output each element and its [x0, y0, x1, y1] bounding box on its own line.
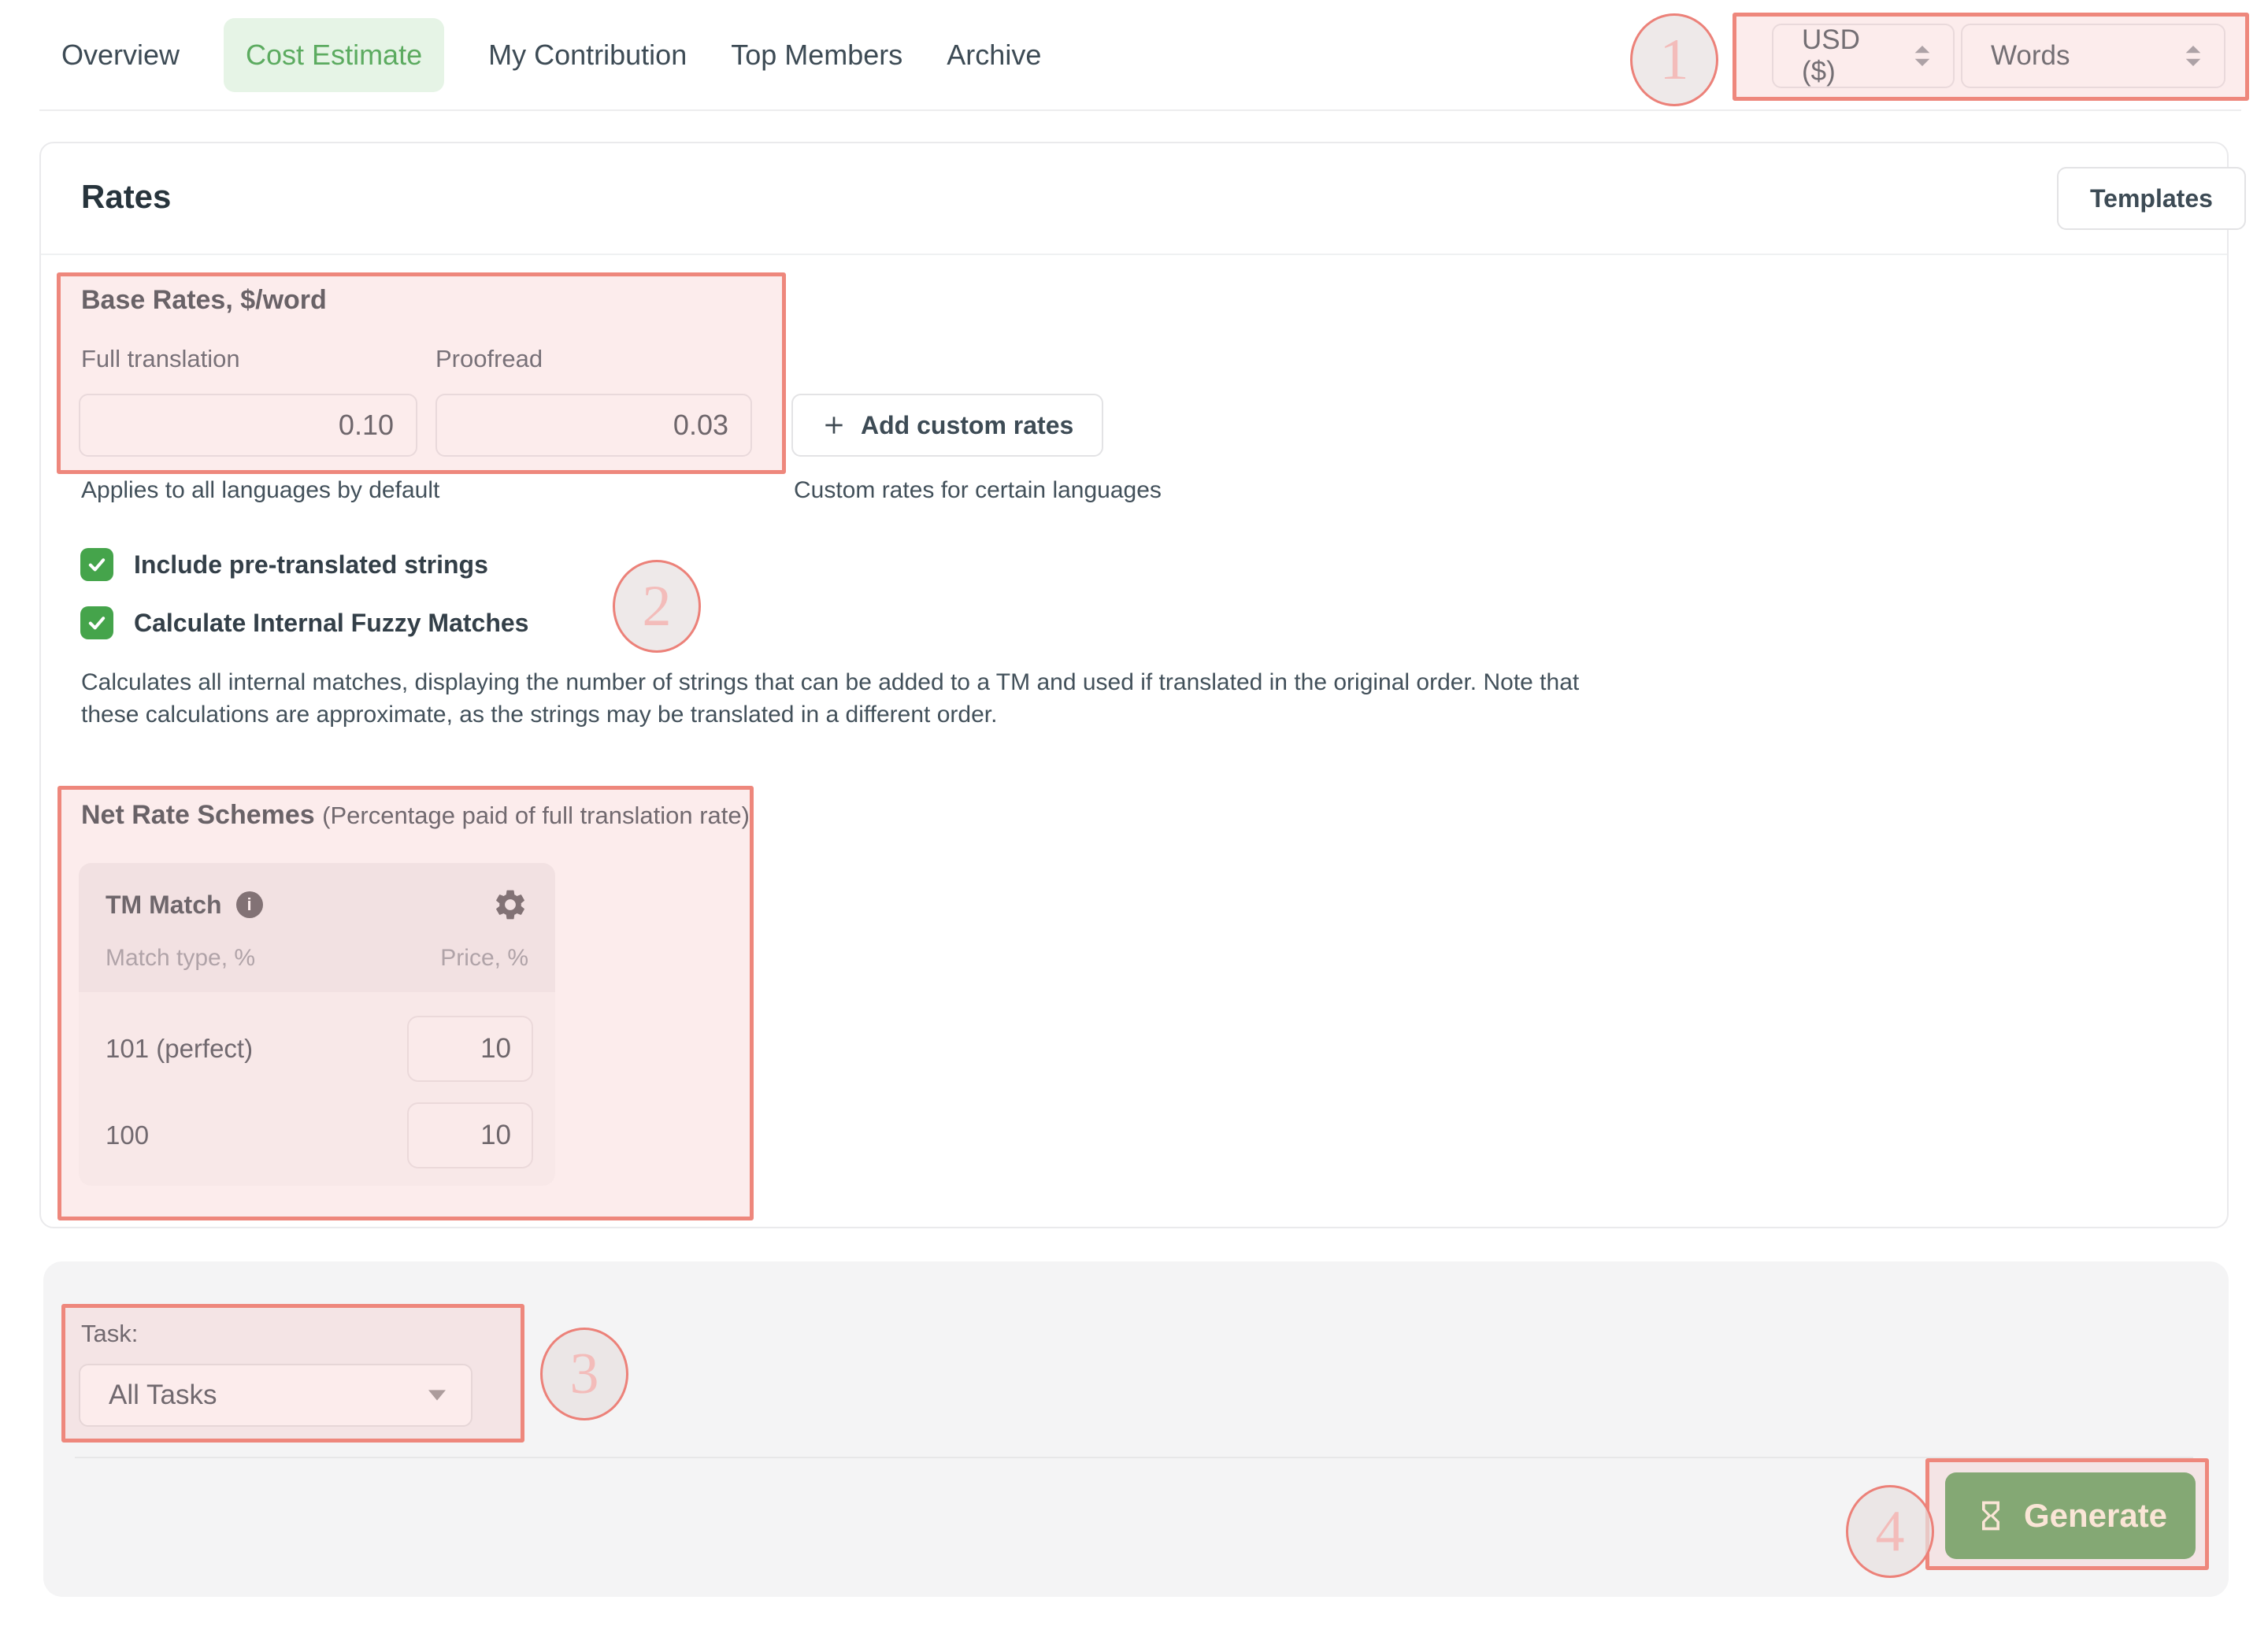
chevron-down-icon [428, 1390, 446, 1401]
fuzzy-matches-checkbox[interactable] [80, 606, 113, 639]
proofread-label: Proofread [435, 345, 543, 373]
tm-match-body: 101 (perfect) 10 100 10 [79, 992, 555, 1168]
match-type-100-label: 100 [106, 1120, 149, 1150]
currency-select[interactable]: USD ($) [1772, 24, 1955, 88]
pretranslated-option-row: Include pre-translated strings [80, 548, 488, 581]
tab-archive[interactable]: Archive [947, 39, 1041, 72]
net-rate-schemes-subtitle: (Percentage paid of full translation rat… [322, 802, 750, 829]
nav-divider [39, 109, 2241, 111]
updown-arrows-icon [2183, 43, 2203, 69]
tm-match-card: TM Match i Match type, % Price, % 101 (p… [79, 863, 555, 1186]
task-select-value: All Tasks [109, 1380, 217, 1411]
tm-match-title: TM Match [106, 891, 222, 920]
checkmark-icon [86, 612, 108, 634]
annotation-number-1: 1 [1630, 13, 1718, 106]
tab-overview[interactable]: Overview [61, 39, 180, 72]
footer-panel [43, 1261, 2229, 1597]
price-100-input[interactable]: 10 [407, 1102, 533, 1168]
task-label: Task: [81, 1320, 138, 1348]
price-101-input[interactable]: 10 [407, 1016, 533, 1082]
hourglass-icon [1973, 1498, 2008, 1533]
net-rate-schemes-title: Net Rate Schemes [81, 800, 315, 830]
rates-card-title: Rates [81, 178, 171, 216]
fuzzy-matches-checkbox-label: Calculate Internal Fuzzy Matches [134, 609, 528, 638]
project-tabs: Overview Cost Estimate My Contribution T… [61, 0, 1041, 110]
tm-match-header: TM Match i Match type, % Price, % [79, 863, 555, 992]
pretranslated-checkbox-label: Include pre-translated strings [134, 550, 488, 580]
default-rates-note: Applies to all languages by default [81, 477, 439, 504]
card-header-divider [41, 254, 2227, 255]
proofread-rate-input[interactable]: 0.03 [435, 394, 752, 457]
tab-my-contribution[interactable]: My Contribution [488, 39, 687, 72]
add-custom-rates-button[interactable]: Add custom rates [791, 394, 1103, 457]
generate-button[interactable]: Generate [1945, 1472, 2196, 1559]
fuzzy-matches-option-row: Calculate Internal Fuzzy Matches [80, 606, 528, 639]
net-rate-schemes-heading: Net Rate Schemes (Percentage paid of ful… [81, 800, 750, 831]
currency-select-value: USD ($) [1802, 24, 1896, 87]
plus-icon [821, 413, 847, 438]
generate-button-label: Generate [2024, 1497, 2167, 1535]
add-custom-rates-label: Add custom rates [861, 411, 1073, 440]
info-icon[interactable]: i [236, 891, 263, 918]
full-translation-label: Full translation [81, 345, 240, 373]
match-type-column-header: Match type, % [106, 945, 255, 972]
footer-divider [75, 1457, 2193, 1458]
table-row: 101 (perfect) 10 [106, 1016, 533, 1082]
tab-top-members[interactable]: Top Members [731, 39, 902, 72]
tab-cost-estimate[interactable]: Cost Estimate [224, 18, 444, 92]
price-column-header: Price, % [440, 945, 528, 972]
table-row: 100 10 [106, 1102, 533, 1168]
task-select[interactable]: All Tasks [79, 1364, 472, 1427]
updown-arrows-icon [1912, 43, 1933, 69]
custom-rates-note: Custom rates for certain languages [794, 477, 1162, 504]
gear-icon[interactable] [492, 887, 528, 923]
units-select-value: Words [1991, 40, 2070, 72]
checkmark-icon [86, 554, 108, 576]
units-select[interactable]: Words [1961, 24, 2225, 88]
match-type-101-label: 101 (perfect) [106, 1034, 253, 1064]
pretranslated-checkbox[interactable] [80, 548, 113, 581]
base-rates-heading: Base Rates, $/word [81, 285, 327, 316]
cost-estimate-page: Overview Cost Estimate My Contribution T… [0, 0, 2268, 1637]
fuzzy-matches-description: Calculates all internal matches, display… [81, 666, 1589, 731]
templates-button[interactable]: Templates [2057, 167, 2246, 230]
full-translation-rate-input[interactable]: 0.10 [79, 394, 417, 457]
